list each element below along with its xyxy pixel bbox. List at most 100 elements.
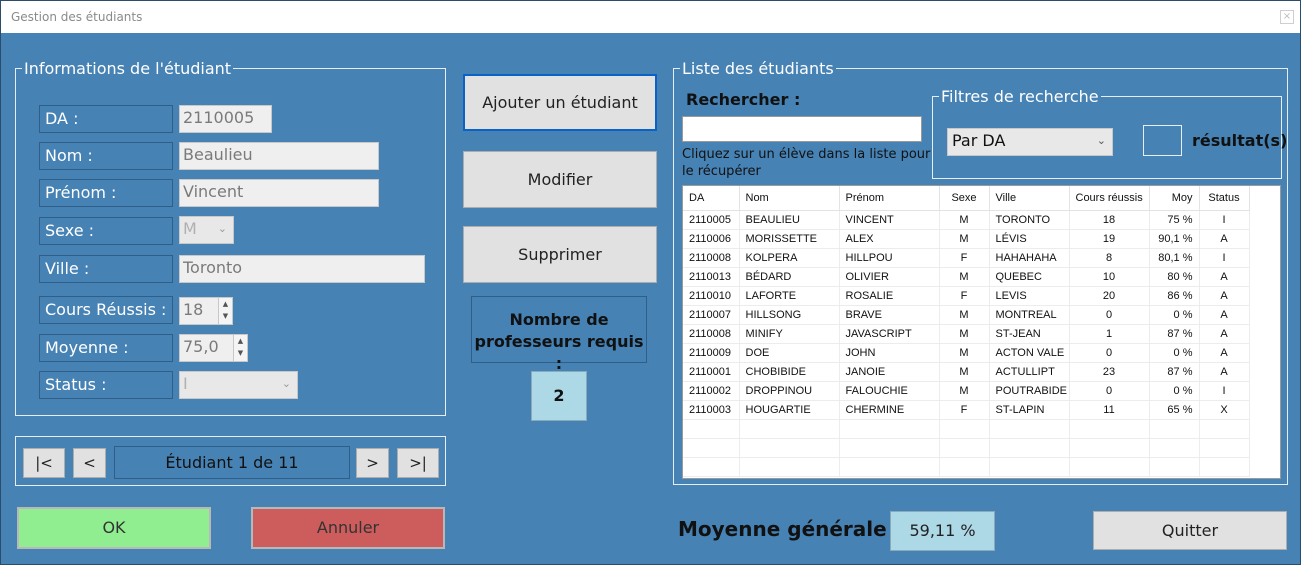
moyenne-label: Moyenne : <box>39 334 173 362</box>
table-cell: X <box>1199 400 1250 420</box>
table-cell: ROSALIE <box>839 286 940 306</box>
delete-button[interactable]: Supprimer <box>463 226 657 283</box>
column-header[interactable]: DA <box>683 186 740 211</box>
position-label: Étudiant 1 de 11 <box>114 446 350 479</box>
cours-stepper[interactable]: 18 ▲ ▼ <box>179 297 233 325</box>
average-value: 59,11 % <box>890 511 995 551</box>
title-bar: Gestion des étudiants × <box>1 1 1300 33</box>
table-cell <box>1199 457 1250 477</box>
prev-button[interactable]: < <box>73 448 106 478</box>
table-row[interactable]: 2110005 BEAULIEU VINCENT M TORONTO 18 75 % I <box>683 210 1250 230</box>
moyenne-value: 75,0 <box>183 337 219 356</box>
table-cell: F <box>939 400 990 420</box>
last-button[interactable]: >| <box>397 448 439 478</box>
table-cell: M <box>939 305 990 325</box>
table-row[interactable] <box>683 419 1250 439</box>
table-row[interactable]: 2110003 HOUGARTIE CHERMINE F ST-LAPIN 11 65 % X <box>683 400 1250 420</box>
search-label: Rechercher : <box>686 90 801 109</box>
close-button[interactable]: × <box>1280 10 1294 24</box>
table-row[interactable] <box>683 438 1250 458</box>
column-header[interactable]: Cours réussis <box>1069 186 1150 211</box>
table-row[interactable]: 2110013 BÉDARD OLIVIER M QUEBEC 10 80 % A <box>683 267 1250 287</box>
column-header[interactable]: Sexe <box>939 186 990 211</box>
da-field[interactable]: 2110005 <box>179 105 272 133</box>
column-header[interactable]: Ville <box>989 186 1070 211</box>
average-label: Moyenne générale : <box>678 517 902 541</box>
table-cell: 2110001 <box>683 362 740 382</box>
table-cell: DROPPINOU <box>739 381 840 401</box>
table-cell: 2110008 <box>683 324 740 344</box>
table-cell: 0 % <box>1149 381 1200 401</box>
quit-button[interactable]: Quitter <box>1093 511 1287 550</box>
table-cell <box>939 438 990 458</box>
table-cell <box>939 457 990 477</box>
table-cell: DOE <box>739 343 840 363</box>
table-row[interactable]: 2110007 HILLSONG BRAVE M MONTREAL 0 0 % A <box>683 305 1250 325</box>
table-cell <box>1199 438 1250 458</box>
table-cell: 87 % <box>1149 362 1200 382</box>
table-row[interactable]: 2110008 KOLPERA HILLPOU F HAHAHAHA 8 80,1 % I <box>683 248 1250 268</box>
prenom-label: Prénom : <box>39 179 173 207</box>
table-cell <box>739 438 840 458</box>
table-row[interactable]: 2110001 CHOBIBIDE JANOIE M ACTULLIPT 23 87 % A <box>683 362 1250 382</box>
table-cell: OLIVIER <box>839 267 940 287</box>
table-row[interactable]: 2110006 MORISSETTE ALEX M LÉVIS 19 90,1 % A <box>683 229 1250 249</box>
nom-field[interactable]: Beaulieu <box>179 142 379 170</box>
table-cell: HILLPOU <box>839 248 940 268</box>
window-title: Gestion des étudiants <box>11 10 143 24</box>
table-row[interactable]: 2110010 LAFORTE ROSALIE F LEVIS 20 86 % A <box>683 286 1250 306</box>
status-dropdown[interactable]: I ⌄ <box>179 371 298 399</box>
student-table: DA Nom Prénom Sexe Ville Cours réussis M… <box>683 186 1250 477</box>
results-count <box>1143 125 1182 156</box>
next-button[interactable]: > <box>356 448 389 478</box>
column-header[interactable]: Status <box>1199 186 1250 211</box>
table-row[interactable] <box>683 457 1250 477</box>
table-cell: A <box>1199 324 1250 344</box>
table-cell <box>989 419 1070 439</box>
search-input[interactable] <box>682 116 922 142</box>
cancel-button[interactable]: Annuler <box>251 507 445 549</box>
table-cell <box>839 419 940 439</box>
table-cell: M <box>939 324 990 344</box>
stepper-arrows-icon[interactable]: ▲ ▼ <box>233 335 247 361</box>
ville-field[interactable]: Toronto <box>179 255 425 283</box>
table-cell: LAFORTE <box>739 286 840 306</box>
table-cell <box>1069 457 1150 477</box>
table-cell: 0 <box>1069 381 1150 401</box>
table-cell <box>683 457 740 477</box>
table-cell: FALOUCHIE <box>839 381 940 401</box>
table-cell <box>739 457 840 477</box>
moyenne-stepper[interactable]: 75,0 ▲ ▼ <box>179 334 248 362</box>
filter-dropdown[interactable]: Par DA ⌄ <box>947 128 1113 156</box>
status-value: I <box>183 374 188 393</box>
column-header[interactable]: Moy <box>1149 186 1200 211</box>
ok-button[interactable]: OK <box>17 507 211 549</box>
table-row[interactable]: 2110009 DOE JOHN M ACTON VALE 0 0 % A <box>683 343 1250 363</box>
chevron-down-icon: ⌄ <box>217 222 227 235</box>
column-header[interactable]: Nom <box>739 186 840 211</box>
table-cell: ST-JEAN <box>989 324 1070 344</box>
first-button[interactable]: |< <box>23 448 65 478</box>
student-grid[interactable]: DA Nom Prénom Sexe Ville Cours réussis M… <box>682 185 1281 479</box>
cours-label: Cours Réussis : <box>39 296 173 324</box>
sexe-dropdown[interactable]: M ⌄ <box>179 216 234 244</box>
table-cell <box>1069 438 1150 458</box>
table-row[interactable]: 2110008 MINIFY JAVASCRIPT M ST-JEAN 1 87 % A <box>683 324 1250 344</box>
add-student-button[interactable]: Ajouter un étudiant <box>463 74 657 131</box>
da-label: DA : <box>39 105 173 133</box>
column-header[interactable]: Prénom <box>839 186 940 211</box>
modify-button[interactable]: Modifier <box>463 151 657 208</box>
table-header: DA Nom Prénom Sexe Ville Cours réussis M… <box>683 186 1250 211</box>
table-cell: HILLSONG <box>739 305 840 325</box>
table-cell: BEAULIEU <box>739 210 840 230</box>
table-cell: ACTULLIPT <box>989 362 1070 382</box>
prenom-field[interactable]: Vincent <box>179 179 379 207</box>
table-cell: ALEX <box>839 229 940 249</box>
stepper-arrows-icon[interactable]: ▲ ▼ <box>218 298 232 324</box>
table-cell: 10 <box>1069 267 1150 287</box>
table-row[interactable]: 2110002 DROPPINOU FALOUCHIE M POUTRABIDE 0 0 %… <box>683 381 1250 401</box>
table-cell <box>989 457 1070 477</box>
table-cell: LÉVIS <box>989 229 1070 249</box>
table-cell: TORONTO <box>989 210 1070 230</box>
table-cell: 8 <box>1069 248 1150 268</box>
